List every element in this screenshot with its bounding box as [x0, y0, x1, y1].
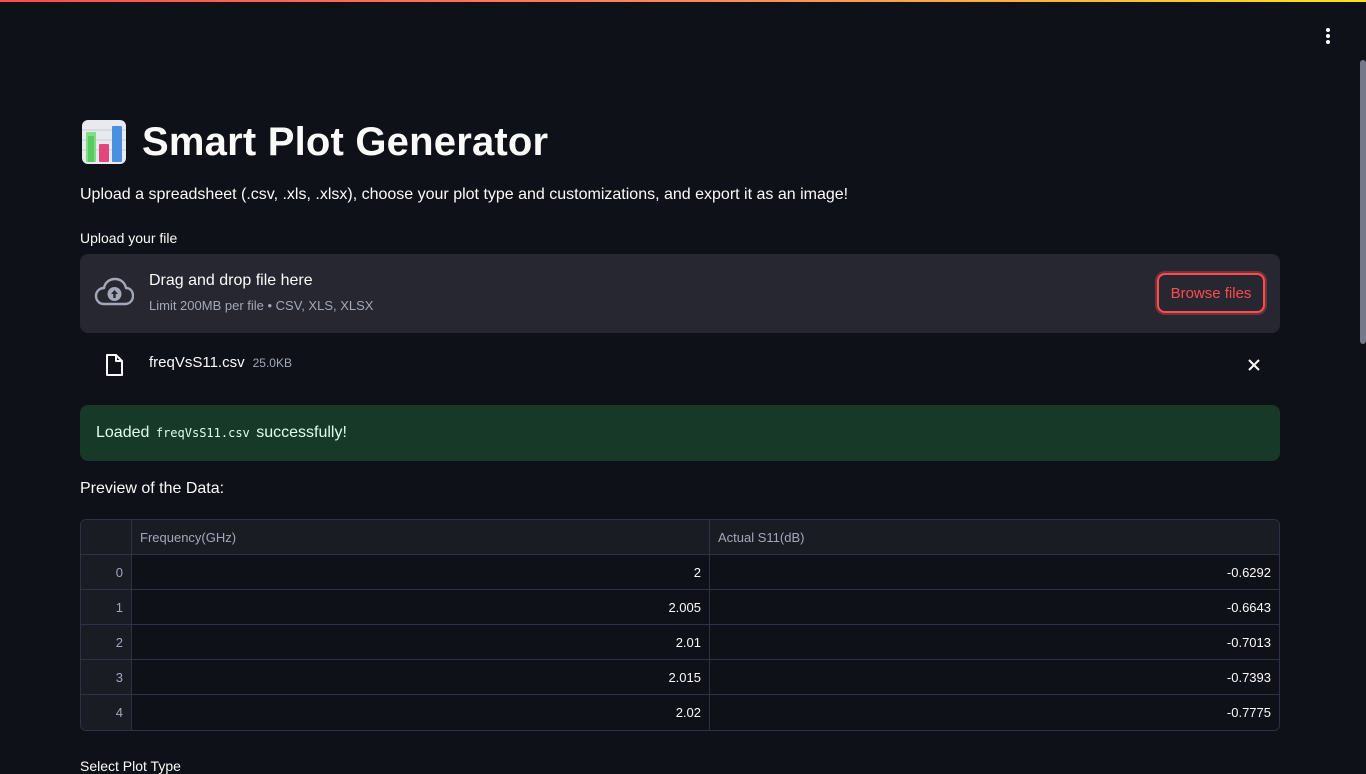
dropzone-title: Drag and drop file here: [149, 272, 313, 289]
cell-frequency[interactable]: 2.005: [132, 590, 710, 625]
scrollbar-thumb[interactable]: [1360, 60, 1366, 344]
file-size: 25.0KB: [252, 356, 292, 370]
cell-s11[interactable]: -0.7775: [710, 695, 1279, 730]
upload-label: Upload your file: [80, 230, 178, 246]
preview-label: Preview of the Data:: [80, 480, 225, 497]
table-row: 2 2.01 -0.7013: [81, 625, 1279, 660]
cloud-upload-icon: [94, 277, 134, 306]
cell-frequency[interactable]: 2: [132, 555, 710, 590]
uploaded-file-row: freqVsS11.csv 25.0KB: [80, 344, 1280, 386]
row-index: 0: [81, 555, 132, 590]
bar-chart-emoji-icon: [82, 120, 126, 164]
cell-frequency[interactable]: 2.02: [132, 695, 710, 730]
success-filename: freqVsS11.csv: [155, 426, 250, 440]
success-suffix: successfully!: [256, 424, 347, 441]
top-decoration-bar: [0, 0, 1366, 2]
table-header-s11[interactable]: Actual S11(dB): [710, 520, 1279, 555]
dropzone-text: Drag and drop file here Limit 200MB per …: [149, 272, 373, 313]
table-header-index[interactable]: [81, 520, 132, 555]
row-index: 4: [81, 695, 132, 730]
title-row: Smart Plot Generator: [80, 112, 548, 172]
remove-file-button[interactable]: [1244, 355, 1264, 375]
table-row: 4 2.02 -0.7775: [81, 695, 1279, 730]
cell-s11[interactable]: -0.7013: [710, 625, 1279, 660]
row-index: 2: [81, 625, 132, 660]
file-dropzone[interactable]: Drag and drop file here Limit 200MB per …: [80, 254, 1280, 333]
success-prefix: Loaded: [96, 424, 150, 441]
table-header-row: Frequency(GHz) Actual S11(dB): [81, 520, 1279, 555]
table-row: 3 2.015 -0.7393: [81, 660, 1279, 695]
uploaded-file-name: freqVsS11.csv 25.0KB: [149, 354, 292, 371]
dropzone-limit: Limit 200MB per file • CSV, XLS, XLSX: [149, 298, 374, 313]
more-vertical-icon: [1326, 28, 1330, 44]
browse-files-button[interactable]: Browse files: [1157, 273, 1265, 313]
cell-frequency[interactable]: 2.01: [132, 625, 710, 660]
cell-s11[interactable]: -0.6292: [710, 555, 1279, 590]
cell-s11[interactable]: -0.6643: [710, 590, 1279, 625]
cell-frequency[interactable]: 2.015: [132, 660, 710, 695]
page-subtitle: Upload a spreadsheet (.csv, .xls, .xlsx)…: [80, 186, 849, 203]
cell-s11[interactable]: -0.7393: [710, 660, 1279, 695]
table-row: 0 2 -0.6292: [81, 555, 1279, 590]
main-menu-button[interactable]: [1316, 24, 1340, 48]
plot-type-label: Select Plot Type: [80, 758, 181, 774]
success-alert: Loaded freqVsS11.csv successfully!: [80, 405, 1280, 461]
page-title: Smart Plot Generator: [142, 119, 549, 164]
table-row: 1 2.005 -0.6643: [81, 590, 1279, 625]
row-index: 3: [81, 660, 132, 695]
table-header-frequency[interactable]: Frequency(GHz): [132, 520, 710, 555]
file-name-text: freqVsS11.csv: [149, 354, 245, 371]
close-icon: [1248, 359, 1260, 371]
data-preview-table[interactable]: Frequency(GHz) Actual S11(dB) 0 2 -0.629…: [80, 519, 1280, 731]
row-index: 1: [81, 590, 132, 625]
success-message: Loaded freqVsS11.csv successfully!: [96, 424, 347, 442]
file-icon: [106, 354, 123, 376]
